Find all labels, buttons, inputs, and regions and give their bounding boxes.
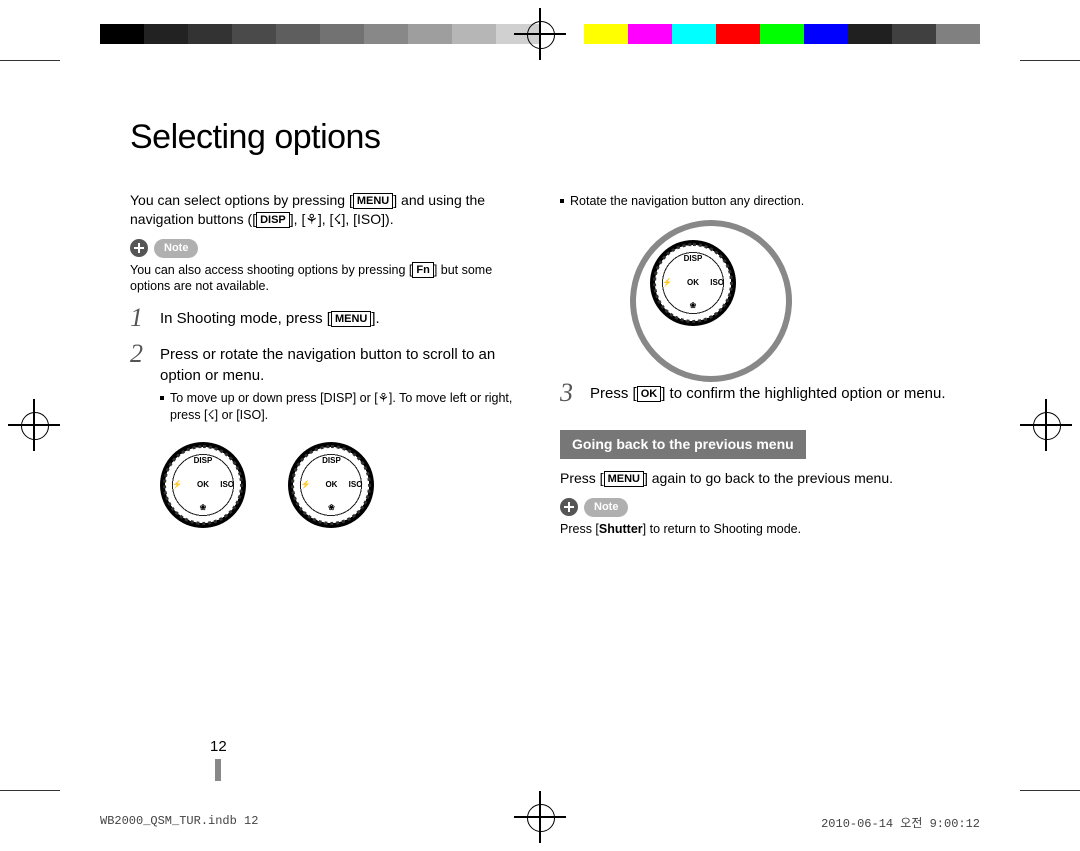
registration-mark [1026,405,1066,445]
back-text: Press [MENU] again to go back to the pre… [560,469,950,488]
registration-mark [520,14,560,54]
step-3-text: Press [OK] to confirm the highlighted op… [590,380,950,406]
navigation-dial-icon: DISPOK❀ ⚡ISO [288,442,374,528]
ok-key-icon: OK [637,386,662,402]
section-subheading: Going back to the previous menu [560,430,806,459]
disp-key-icon: DISP [256,212,290,228]
crop-mark [0,60,60,61]
navigation-dial-icon: DISPOK❀ ⚡ISO [160,442,246,528]
rotate-instruction: Rotate the navigation button any directi… [560,193,950,210]
fn-key-icon: Fn [412,262,433,278]
note-badge: Note [154,239,198,258]
step-number: 1 [130,305,160,331]
navigation-dial-icon: DISPOK❀ ⚡ISO [650,240,736,326]
footer-filename: WB2000_QSM_TUR.indb 12 [100,814,258,831]
note-badge: Note [584,498,628,517]
crop-mark [0,790,60,791]
menu-key-icon: MENU [604,471,644,487]
note-text: You can also access shooting options by … [130,262,520,296]
crop-mark [1020,60,1080,61]
intro-text: You can select options by pressing [MENU… [130,191,520,229]
menu-key-icon: MENU [353,193,393,209]
note-2-text: Press [Shutter] to return to Shooting mo… [560,521,950,538]
registration-mark [14,405,54,445]
page-title: Selecting options [130,115,520,161]
step-2-text: Press or rotate the navigation button to… [160,341,520,386]
plus-icon [560,498,578,516]
step-number: 3 [560,380,590,406]
page-number-bar [215,759,221,781]
crop-mark [1020,790,1080,791]
step-number: 2 [130,341,160,386]
plus-icon [130,239,148,257]
step-1-text: In Shooting mode, press [MENU]. [160,305,520,331]
dial-illustration-pair: DISPOK❀ ⚡ISO DISPOK❀ ⚡ISO [130,434,520,535]
footer-timestamp: 2010-06-14 오전 9:00:12 [821,814,980,831]
step-2-subtext: To move up or down press [DISP] or [⚘]. … [160,390,520,424]
rotate-dial-illustration: DISPOK❀ ⚡ISO [620,220,800,370]
menu-key-icon: MENU [331,311,371,327]
page-number: 12 [210,738,227,781]
